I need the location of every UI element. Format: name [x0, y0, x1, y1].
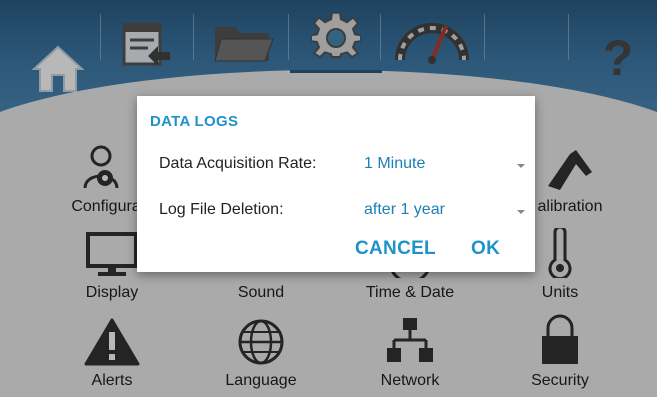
data-logs-dialog: DATA LOGS Data Acquisition Rate: 1 Minut… [137, 96, 535, 272]
ok-button[interactable]: OK [471, 238, 500, 260]
cancel-button[interactable]: CANCEL [355, 238, 436, 260]
acquisition-rate-row: Data Acquisition Rate: 1 Minute [159, 153, 525, 177]
acquisition-rate-select[interactable]: 1 Minute [364, 155, 425, 173]
log-deletion-select[interactable]: after 1 year [364, 201, 445, 219]
dialog-title: DATA LOGS [150, 113, 239, 130]
log-deletion-label: Log File Deletion: [159, 201, 284, 218]
settings-screen: ? Configura alibration Display Sound Tim… [0, 0, 657, 397]
chevron-down-icon[interactable] [517, 164, 525, 168]
chevron-down-icon[interactable] [517, 210, 525, 214]
acquisition-rate-label: Data Acquisition Rate: [159, 155, 317, 172]
log-deletion-row: Log File Deletion: after 1 year [159, 199, 525, 223]
